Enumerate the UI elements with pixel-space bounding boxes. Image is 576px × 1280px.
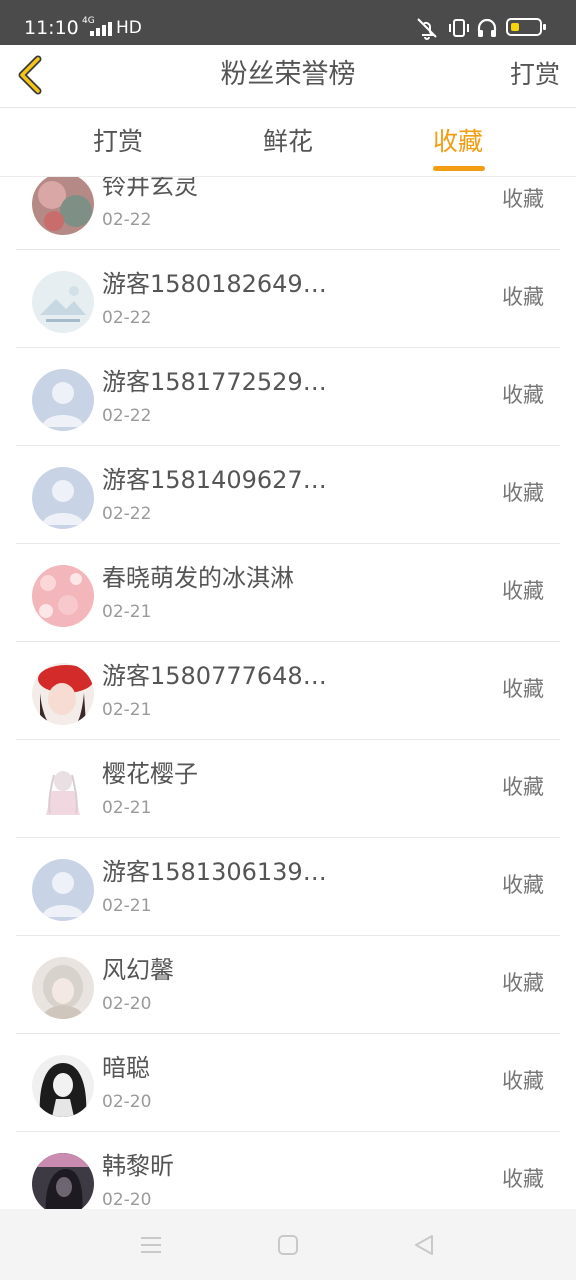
user-name: 韩黎昕 <box>102 1152 174 1180</box>
item-date: 02-21 <box>102 602 152 622</box>
item-date: 02-22 <box>102 308 152 328</box>
item-action: 收藏 <box>502 1069 544 1093</box>
user-name: 游客1581409627… <box>102 466 327 494</box>
item-action: 收藏 <box>502 579 544 603</box>
avatar <box>32 1153 94 1209</box>
user-name: 铃井玄灵 <box>102 177 198 200</box>
item-date: 02-20 <box>102 1092 152 1112</box>
tab-bar: 打赏 鲜花 收藏 <box>0 108 576 177</box>
home-icon[interactable] <box>274 1231 302 1259</box>
tab-favorites[interactable]: 收藏 <box>433 126 483 158</box>
status-time: 11:10 <box>24 17 79 39</box>
headphone-icon <box>477 18 497 37</box>
system-nav-bar <box>0 1209 576 1280</box>
list-item[interactable]: 游客1581772529… 02-22 收藏 <box>16 347 560 446</box>
item-action: 收藏 <box>502 187 544 211</box>
mute-icon <box>417 18 437 40</box>
user-name: 游客1580182649… <box>102 270 327 298</box>
user-name: 暗聪 <box>102 1054 150 1082</box>
status-bar: 11:10 4G HD <box>0 0 576 45</box>
user-name: 春晓萌发的冰淇淋 <box>102 564 294 592</box>
default-avatar-icon <box>32 467 94 529</box>
item-date: 02-20 <box>102 1190 152 1209</box>
item-date: 02-22 <box>102 210 152 230</box>
list-item[interactable]: 铃井玄灵 02-22 收藏 <box>16 177 560 250</box>
item-date: 02-21 <box>102 798 152 818</box>
list-item[interactable]: 游客1581306139… 02-21 收藏 <box>16 837 560 936</box>
menu-icon[interactable] <box>137 1231 165 1259</box>
list-item[interactable]: 游客1581409627… 02-22 收藏 <box>16 445 560 544</box>
item-date: 02-22 <box>102 504 152 524</box>
list-item[interactable]: 暗聪 02-20 收藏 <box>16 1033 560 1132</box>
item-action: 收藏 <box>502 285 544 309</box>
title-bar: 粉丝荣誉榜 打赏 <box>0 45 576 108</box>
user-name: 游客1581306139… <box>102 858 327 886</box>
avatar <box>32 761 94 823</box>
active-tab-indicator <box>433 166 485 171</box>
avatar <box>32 565 94 627</box>
tab-flowers[interactable]: 鲜花 <box>263 126 313 158</box>
item-action: 收藏 <box>502 971 544 995</box>
item-action: 收藏 <box>502 1167 544 1191</box>
vibrate-icon <box>449 19 469 37</box>
avatar <box>32 177 94 235</box>
avatar <box>32 271 94 333</box>
list-item[interactable]: 樱花樱子 02-21 收藏 <box>16 739 560 838</box>
item-action: 收藏 <box>502 873 544 897</box>
battery-icon <box>506 18 546 36</box>
user-name: 游客1580777648… <box>102 662 327 690</box>
user-name: 樱花樱子 <box>102 760 198 788</box>
list-item[interactable]: 游客1580777648… 02-21 收藏 <box>16 641 560 740</box>
item-action: 收藏 <box>502 775 544 799</box>
hd-indicator: HD <box>116 18 142 38</box>
default-avatar-icon <box>32 369 94 431</box>
list-item[interactable]: 风幻馨 02-20 收藏 <box>16 935 560 1034</box>
list-item[interactable]: 春晓萌发的冰淇淋 02-21 收藏 <box>16 543 560 642</box>
default-avatar-icon <box>32 859 94 921</box>
item-action: 收藏 <box>502 383 544 407</box>
item-action: 收藏 <box>502 677 544 701</box>
list-item[interactable]: 游客1580182649… 02-22 收藏 <box>16 249 560 348</box>
item-date: 02-21 <box>102 700 152 720</box>
list-item[interactable]: 韩黎昕 02-20 收藏 <box>16 1131 560 1209</box>
reward-button[interactable]: 打赏 <box>510 59 560 91</box>
avatar <box>32 957 94 1019</box>
fan-list: 铃井玄灵 02-22 收藏 游客1580182649… 02-22 收藏 游客1… <box>0 177 576 1209</box>
avatar <box>32 663 94 725</box>
back-icon[interactable] <box>410 1231 438 1259</box>
item-date: 02-22 <box>102 406 152 426</box>
avatar <box>32 1055 94 1117</box>
item-action: 收藏 <box>502 481 544 505</box>
tab-reward[interactable]: 打赏 <box>93 126 143 158</box>
page-title: 粉丝荣誉榜 <box>220 59 356 90</box>
user-name: 风幻馨 <box>102 956 174 984</box>
item-date: 02-20 <box>102 994 152 1014</box>
user-name: 游客1581772529… <box>102 368 327 396</box>
item-date: 02-21 <box>102 896 152 916</box>
